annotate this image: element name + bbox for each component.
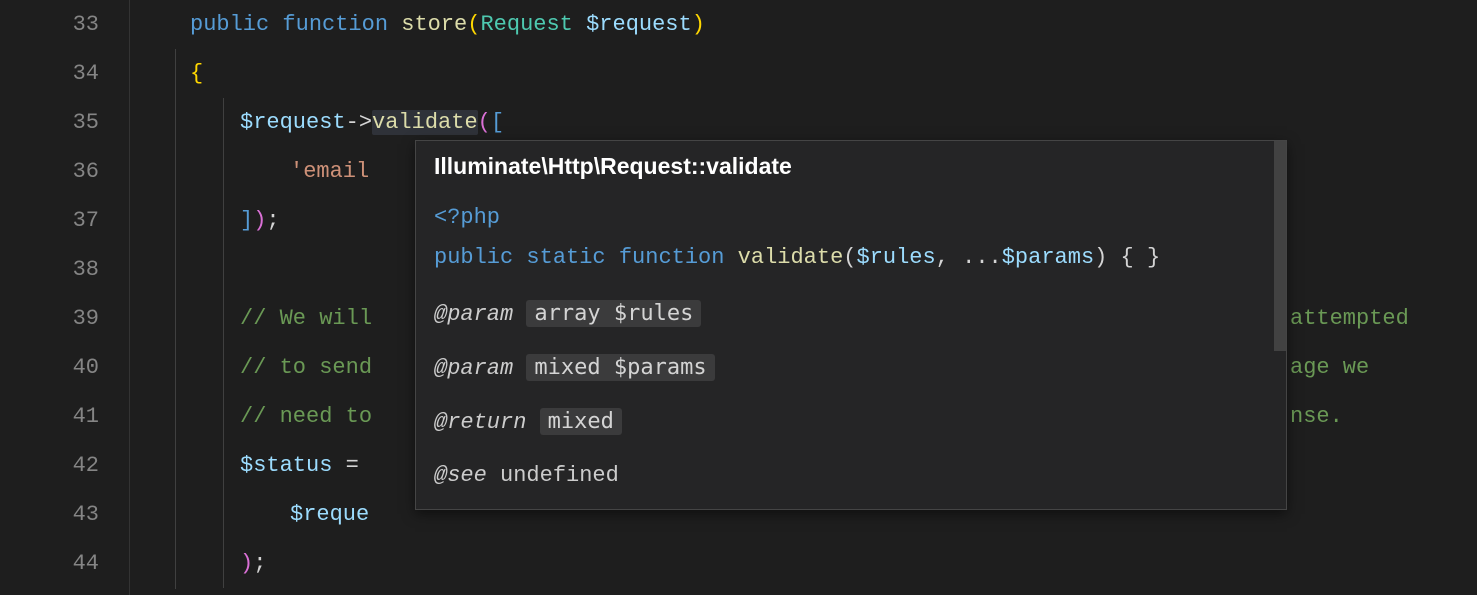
line-number: 40 [0,343,99,392]
line-number: 33 [0,0,99,49]
line-number-gutter: 33 34 35 36 37 38 39 40 41 42 43 44 [0,0,130,595]
line-number: 44 [0,539,99,588]
line-number: 42 [0,441,99,490]
line-number: 39 [0,294,99,343]
hover-see: @see undefined [434,461,1268,492]
hover-param: @param array $rules [434,299,1268,331]
hover-title: Illuminate\Http\Request::validate [434,153,1268,180]
popup-scrollbar[interactable] [1274,141,1286,351]
line-number: 37 [0,196,99,245]
hover-signature: <?php public static function validate($r… [434,198,1268,277]
line-number: 38 [0,245,99,294]
line-number: 36 [0,147,99,196]
code-line[interactable]: ); [150,539,1477,588]
code-line[interactable]: public function store(Request $request) [150,0,1477,49]
hover-documentation-popup[interactable]: Illuminate\Http\Request::validate <?php … [415,140,1287,510]
line-number: 34 [0,49,99,98]
hover-return: @return mixed [434,407,1268,439]
code-line[interactable]: { [150,49,1477,98]
line-number: 41 [0,392,99,441]
hover-param: @param mixed $params [434,353,1268,385]
line-number: 35 [0,98,99,147]
line-number: 43 [0,490,99,539]
